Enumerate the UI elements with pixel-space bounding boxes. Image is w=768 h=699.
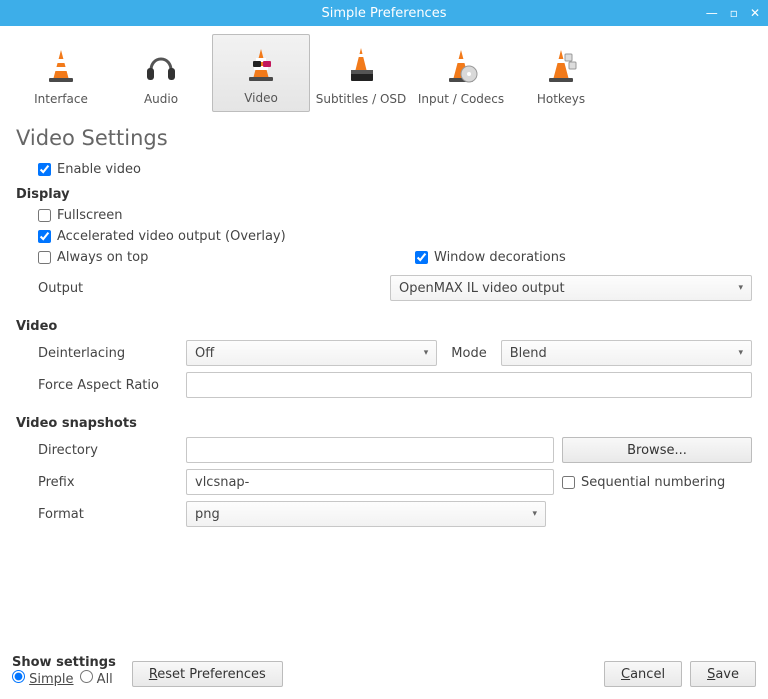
page-title: Video Settings bbox=[16, 126, 752, 150]
tab-subtitles[interactable]: Subtitles / OSD bbox=[312, 34, 410, 112]
output-combo[interactable]: OpenMAX IL video output ▾ bbox=[390, 275, 752, 301]
snapshots-heading: Video snapshots bbox=[16, 416, 752, 431]
window-decorations-checkbox[interactable]: Window decorations bbox=[415, 250, 752, 265]
tab-label: Interface bbox=[34, 92, 88, 106]
output-label: Output bbox=[38, 281, 382, 296]
tab-input-codecs[interactable]: Input / Codecs bbox=[412, 34, 510, 112]
prefix-label: Prefix bbox=[38, 475, 178, 490]
far-label: Force Aspect Ratio bbox=[38, 378, 178, 393]
tab-label: Video bbox=[244, 91, 278, 105]
tab-label: Subtitles / OSD bbox=[316, 92, 407, 106]
chevron-down-icon: ▾ bbox=[424, 348, 429, 358]
directory-input[interactable] bbox=[186, 437, 554, 463]
far-input[interactable] bbox=[186, 372, 752, 398]
window-decorations-input[interactable] bbox=[415, 251, 428, 264]
tab-hotkeys[interactable]: Hotkeys bbox=[512, 34, 610, 112]
tab-label: Hotkeys bbox=[537, 92, 585, 106]
accelerated-input[interactable] bbox=[38, 230, 51, 243]
mode-combo[interactable]: Blend ▾ bbox=[501, 340, 752, 366]
cone-clapper-icon bbox=[339, 44, 383, 88]
always-on-top-input[interactable] bbox=[38, 251, 51, 264]
fullscreen-input[interactable] bbox=[38, 209, 51, 222]
cone-keys-icon bbox=[539, 44, 583, 88]
maximize-icon[interactable]: ▫ bbox=[730, 7, 738, 19]
enable-video-checkbox[interactable]: Enable video bbox=[38, 162, 752, 177]
cone-headphones-icon bbox=[139, 44, 183, 88]
tab-video[interactable]: Video bbox=[212, 34, 310, 112]
chevron-down-icon: ▾ bbox=[532, 509, 537, 519]
sequential-input[interactable] bbox=[562, 476, 575, 489]
deinterlacing-label: Deinterlacing bbox=[38, 346, 178, 361]
format-label: Format bbox=[38, 507, 178, 522]
mode-label: Mode bbox=[445, 346, 492, 361]
reset-preferences-button[interactable]: Reset Preferences bbox=[132, 661, 283, 687]
cone-disc-icon bbox=[439, 44, 483, 88]
video-heading: Video bbox=[16, 319, 752, 334]
sequential-checkbox[interactable]: Sequential numbering bbox=[562, 475, 752, 490]
tab-label: Audio bbox=[144, 92, 178, 106]
format-combo[interactable]: png ▾ bbox=[186, 501, 546, 527]
cancel-button[interactable]: Cancel bbox=[604, 661, 682, 687]
all-radio[interactable]: All bbox=[80, 670, 113, 687]
deinterlacing-combo[interactable]: Off ▾ bbox=[186, 340, 437, 366]
prefix-input[interactable]: vlcsnap- bbox=[186, 469, 554, 495]
browse-button[interactable]: Browse... bbox=[562, 437, 752, 463]
cone-glasses-icon bbox=[239, 43, 283, 87]
fullscreen-checkbox[interactable]: Fullscreen bbox=[38, 208, 122, 223]
always-on-top-checkbox[interactable]: Always on top bbox=[38, 250, 375, 265]
tab-interface[interactable]: Interface bbox=[12, 34, 110, 112]
save-button[interactable]: Save bbox=[690, 661, 756, 687]
enable-video-input[interactable] bbox=[38, 163, 51, 176]
tab-label: Input / Codecs bbox=[418, 92, 504, 106]
accelerated-checkbox[interactable]: Accelerated video output (Overlay) bbox=[38, 229, 286, 244]
show-settings-label: Show settings bbox=[12, 655, 116, 670]
simple-radio[interactable]: Simple bbox=[12, 670, 74, 687]
minimize-icon[interactable]: — bbox=[706, 7, 718, 19]
category-tabs: Interface Audio Video Subtitles / OSD In… bbox=[0, 26, 768, 112]
tab-audio[interactable]: Audio bbox=[112, 34, 210, 112]
display-heading: Display bbox=[16, 187, 752, 202]
chevron-down-icon: ▾ bbox=[738, 348, 743, 358]
close-icon[interactable]: ✕ bbox=[750, 7, 760, 19]
window-title: Simple Preferences bbox=[0, 6, 768, 21]
cone-icon bbox=[39, 44, 83, 88]
footer: Show settings Simple All Reset Preferenc… bbox=[0, 649, 768, 699]
titlebar: Simple Preferences — ▫ ✕ bbox=[0, 0, 768, 26]
directory-label: Directory bbox=[38, 443, 178, 458]
chevron-down-icon: ▾ bbox=[738, 283, 743, 293]
